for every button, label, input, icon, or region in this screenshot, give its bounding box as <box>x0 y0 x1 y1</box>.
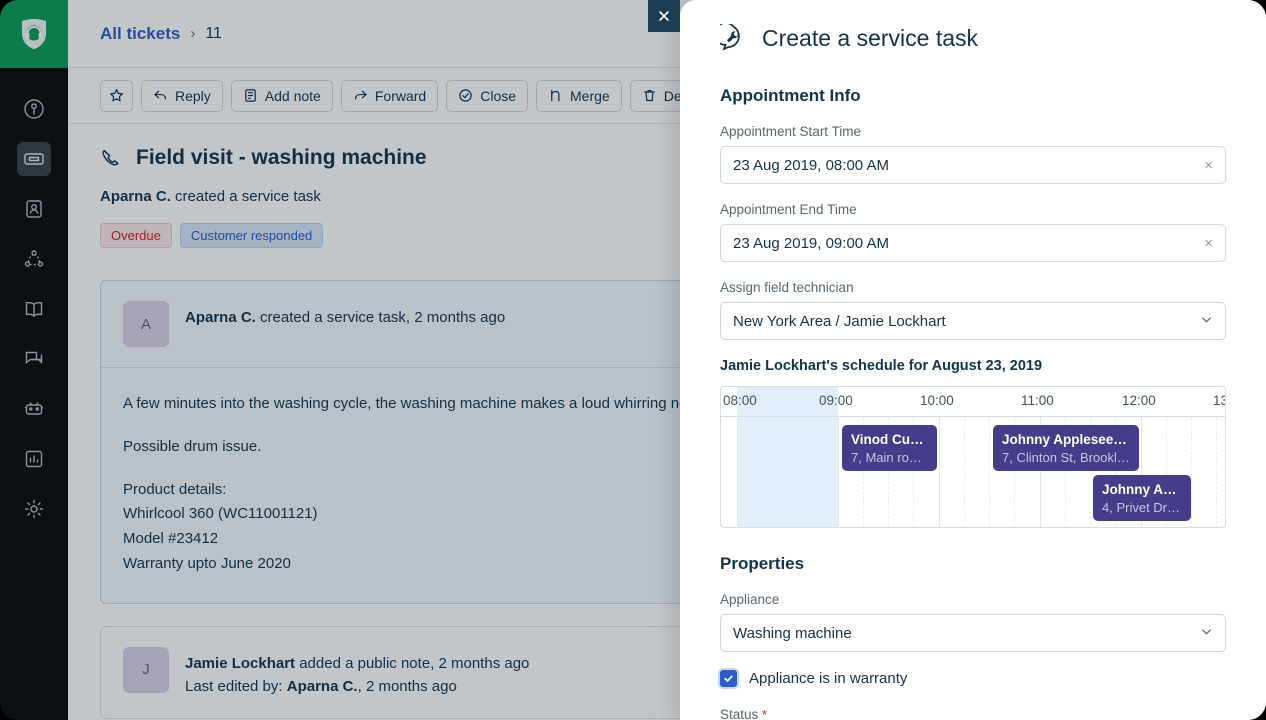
schedule-event-title: Johnny Appleseed #41 <box>1002 432 1130 447</box>
panel-title-text: Create a service task <box>762 24 979 51</box>
tick-1200: 12:00 <box>1122 393 1156 408</box>
check-icon <box>724 675 733 682</box>
clear-icon[interactable]: × <box>1204 157 1213 174</box>
schedule-grid: Vinod Custo… 7, Main road… Johnny Apples… <box>721 417 1225 527</box>
start-time-label: Appointment Start Time <box>720 124 862 139</box>
appliance-value: Washing machine <box>733 624 852 642</box>
required-indicator: * <box>762 707 768 720</box>
close-panel-button[interactable] <box>648 0 680 32</box>
close-icon <box>659 11 669 21</box>
appliance-label: Appliance <box>720 592 780 607</box>
technician-label: Assign field technician <box>720 280 854 295</box>
chevron-down-icon <box>1200 625 1213 642</box>
technician-select[interactable]: New York Area / Jamie Lockhart <box>720 302 1226 340</box>
schedule-event-subtitle: 4, Privet Dri… <box>1102 500 1182 516</box>
section-appointment-info: Appointment Info <box>720 86 861 105</box>
tick-0800: 08:00 <box>723 393 757 408</box>
schedule-heading: Jamie Lockhart's schedule for August 23,… <box>720 358 1043 374</box>
warranty-checkbox-row[interactable]: Appliance is in warranty <box>720 670 1226 687</box>
warranty-checkbox-label: Appliance is in warranty <box>749 670 908 687</box>
schedule-event-title: Johnny Appl… <box>1102 482 1182 497</box>
tick-1300: 13: <box>1213 393 1225 408</box>
appliance-select[interactable]: Washing machine <box>720 614 1226 652</box>
status-label: Status <box>720 707 759 720</box>
app-window: All tickets › 11 Reply Add note Forward <box>0 0 1266 720</box>
panel-title: Create a service task <box>720 24 1226 52</box>
end-time-value: 23 Aug 2019, 09:00 AM <box>733 234 889 252</box>
clear-icon[interactable]: × <box>1204 235 1213 252</box>
start-time-value: 23 Aug 2019, 08:00 AM <box>733 156 889 174</box>
wrench-bubble-icon <box>720 24 740 51</box>
schedule-event-subtitle: 7, Clinton St, Brookly… <box>1002 450 1130 466</box>
end-time-field[interactable]: 23 Aug 2019, 09:00 AM × <box>720 224 1226 262</box>
tick-0900: 09:00 <box>819 393 853 408</box>
schedule-event-subtitle: 7, Main road… <box>851 450 928 466</box>
schedule-event[interactable]: Johnny Appl… 4, Privet Dri… <box>1093 475 1191 521</box>
create-service-task-panel: Create a service task Appointment Info A… <box>680 0 1266 720</box>
schedule-event[interactable]: Vinod Custo… 7, Main road… <box>842 425 937 471</box>
end-time-label: Appointment End Time <box>720 202 857 217</box>
warranty-checkbox[interactable] <box>720 670 737 687</box>
tick-1100: 11:00 <box>1021 393 1054 408</box>
start-time-field[interactable]: 23 Aug 2019, 08:00 AM × <box>720 146 1226 184</box>
schedule-axis: 08:00 09:00 10:00 11:00 12:00 13: <box>721 387 1225 417</box>
technician-value: New York Area / Jamie Lockhart <box>733 312 946 330</box>
status-label-row: Status * <box>720 707 1226 720</box>
tick-1000: 10:00 <box>920 393 954 408</box>
technician-schedule-timeline[interactable]: 08:00 09:00 10:00 11:00 12:00 13: <box>720 386 1226 528</box>
schedule-event[interactable]: Johnny Appleseed #41 7, Clinton St, Broo… <box>993 425 1139 471</box>
chevron-down-icon <box>1200 313 1213 330</box>
section-properties: Properties <box>720 554 805 573</box>
schedule-event-title: Vinod Custo… <box>851 432 928 447</box>
